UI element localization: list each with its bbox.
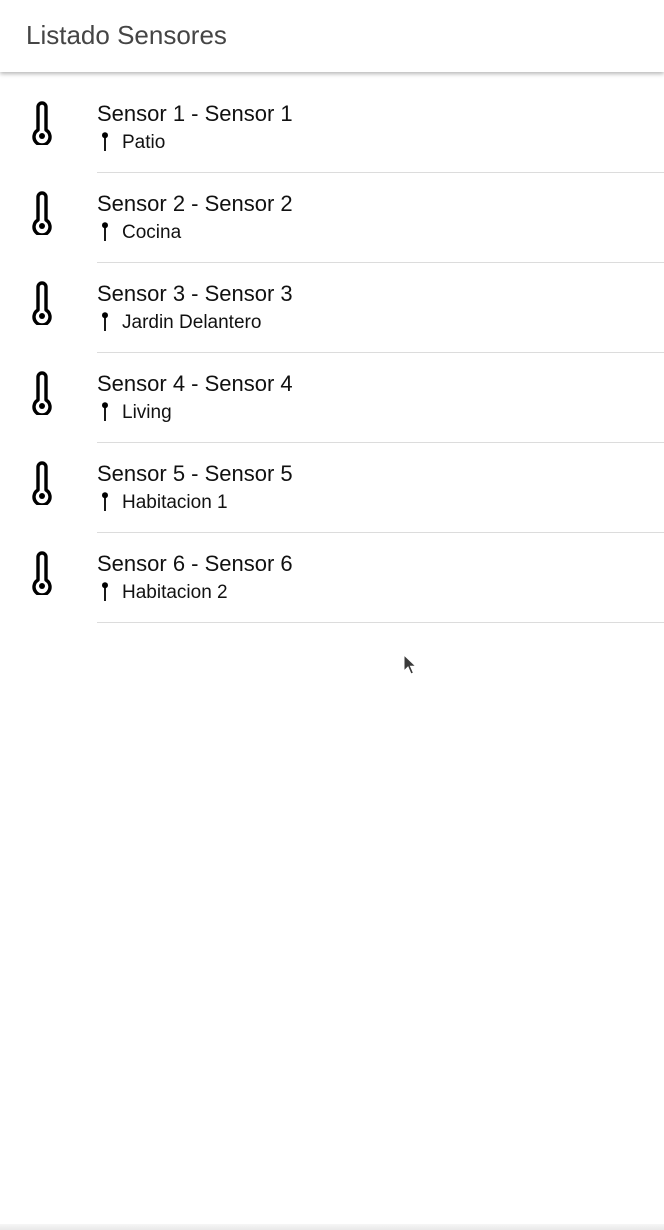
sensor-list-item-1[interactable]: Sensor 1 - Sensor 1 Patio xyxy=(0,83,664,173)
sensor-name: Sensor 3 - Sensor 3 xyxy=(97,281,293,306)
sensor-text: Sensor 3 - Sensor 3 Jardin Delantero xyxy=(97,263,664,353)
sensor-name: Sensor 1 - Sensor 1 xyxy=(97,101,293,126)
sensor-text: Sensor 6 - Sensor 6 Habitacion 2 xyxy=(97,533,664,623)
thermometer-icon xyxy=(32,371,52,415)
pin-icon xyxy=(102,222,108,241)
sensor-list-item-4[interactable]: Sensor 4 - Sensor 4 Living xyxy=(0,353,664,443)
pin-icon xyxy=(102,402,108,421)
pin-icon xyxy=(102,582,108,601)
sensor-location: Jardin Delantero xyxy=(122,312,262,333)
pin-icon xyxy=(102,492,108,511)
page-title: Listado Sensores xyxy=(26,20,227,50)
sensor-location: Patio xyxy=(122,132,166,153)
thermometer-icon xyxy=(32,461,52,505)
sensor-list: Sensor 1 - Sensor 1 Patio Sensor 2 - Sen… xyxy=(0,83,664,623)
sensor-location: Habitacion 2 xyxy=(122,582,228,603)
thermometer-icon xyxy=(32,101,52,145)
sensor-list-item-2[interactable]: Sensor 2 - Sensor 2 Cocina xyxy=(0,173,664,263)
sensor-text: Sensor 4 - Sensor 4 Living xyxy=(97,353,664,443)
mouse-cursor-icon xyxy=(403,654,417,675)
thermometer-icon xyxy=(32,281,52,325)
sensor-name: Sensor 6 - Sensor 6 xyxy=(97,551,293,576)
bottom-edge xyxy=(0,1224,664,1230)
sensor-list-item-5[interactable]: Sensor 5 - Sensor 5 Habitacion 1 xyxy=(0,443,664,533)
sensor-text: Sensor 2 - Sensor 2 Cocina xyxy=(97,173,664,263)
sensor-list-item-6[interactable]: Sensor 6 - Sensor 6 Habitacion 2 xyxy=(0,533,664,623)
pin-icon xyxy=(102,312,108,331)
sensor-text: Sensor 1 - Sensor 1 Patio xyxy=(97,83,664,173)
thermometer-icon xyxy=(32,191,52,235)
sensor-text: Sensor 5 - Sensor 5 Habitacion 1 xyxy=(97,443,664,533)
sensor-name: Sensor 2 - Sensor 2 xyxy=(97,191,293,216)
thermometer-icon xyxy=(32,551,52,595)
sensor-location: Habitacion 1 xyxy=(122,492,228,513)
sensor-location: Living xyxy=(122,402,172,423)
sensor-name: Sensor 5 - Sensor 5 xyxy=(97,461,293,486)
app-toolbar: Listado Sensores xyxy=(0,0,664,72)
pin-icon xyxy=(102,132,108,151)
sensor-list-screen: Listado Sensores Sensor 1 - Sensor 1 Pat… xyxy=(0,0,664,1230)
sensor-location: Cocina xyxy=(122,222,182,243)
sensor-name: Sensor 4 - Sensor 4 xyxy=(97,371,293,396)
sensor-list-item-3[interactable]: Sensor 3 - Sensor 3 Jardin Delantero xyxy=(0,263,664,353)
